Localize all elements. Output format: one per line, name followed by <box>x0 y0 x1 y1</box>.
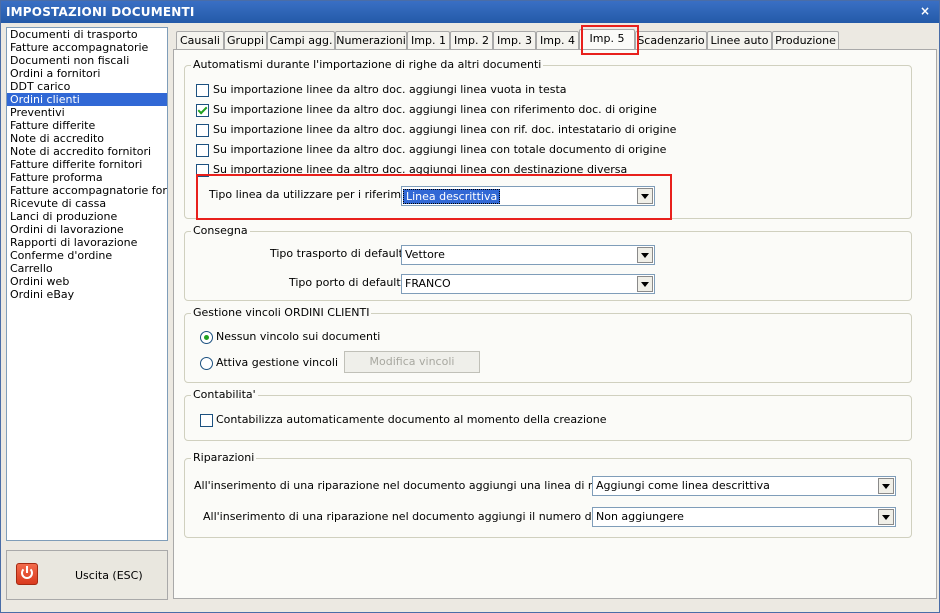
tab-gruppi[interactable]: Gruppi <box>224 31 267 50</box>
highlight-box <box>196 174 672 220</box>
sidebar-item[interactable]: Ordini eBay <box>7 288 167 301</box>
active-tab-highlight <box>581 25 639 55</box>
matricola-label: All'inserimento di una riparazione nel d… <box>203 510 658 523</box>
contabilita-title: Contabilita' <box>191 388 258 401</box>
sidebar-item[interactable]: Documenti non fiscali <box>7 54 167 67</box>
option-holder-ref-label: Su importazione linee da altro doc. aggi… <box>213 123 677 136</box>
sidebar-item[interactable]: Fatture differite <box>7 119 167 132</box>
chevron-down-icon[interactable] <box>878 509 894 525</box>
chevron-down-icon[interactable] <box>637 276 653 292</box>
auto-accounting-label: Contabilizza automaticamente documento a… <box>216 413 607 426</box>
riparazioni-group: Riparazioni All'inserimento di una ripar… <box>184 451 912 538</box>
window-title: IMPOSTAZIONI DOCUMENTI <box>6 5 195 19</box>
option-empty-line-label: Su importazione linee da altro doc. aggi… <box>213 83 567 96</box>
modify-constraints-button[interactable]: Modifica vincoli <box>344 351 480 373</box>
tab-imp-4[interactable]: Imp. 4 <box>536 31 579 50</box>
vincoli-group: Gestione vincoli ORDINI CLIENTI Nessun v… <box>184 306 912 383</box>
auto-import-title: Automatismi durante l'importazione di ri… <box>191 58 544 71</box>
tab-linee-auto[interactable]: Linee auto <box>707 31 772 50</box>
exit-button[interactable]: Uscita (ESC) <box>6 550 168 600</box>
sidebar-item[interactable]: Fatture accompagnatorie fornito <box>7 184 167 197</box>
contabilita-group: Contabilita' Contabilizza automaticament… <box>184 388 912 441</box>
trasporto-label: Tipo trasporto di default : <box>270 247 411 260</box>
vincoli-title: Gestione vincoli ORDINI CLIENTI <box>191 306 372 319</box>
sidebar-item[interactable]: Note di accredito <box>7 132 167 145</box>
option-origin-ref-checkbox[interactable] <box>196 104 209 117</box>
settings-window: IMPOSTAZIONI DOCUMENTI × Documenti di tr… <box>0 0 940 613</box>
tab-imp-1[interactable]: Imp. 1 <box>407 31 450 50</box>
porto-select[interactable]: FRANCO <box>401 274 655 294</box>
sidebar-item[interactable]: Fatture differite fornitori <box>7 158 167 171</box>
no-constraints-label: Nessun vincolo sui documenti <box>216 330 381 343</box>
sidebar-item[interactable]: Conferme d'ordine <box>7 249 167 262</box>
trasporto-value: Vettore <box>405 248 445 261</box>
tab-produzione[interactable]: Produzione <box>772 31 839 50</box>
option-origin-ref-label: Su importazione linee da altro doc. aggi… <box>213 103 657 116</box>
porto-value: FRANCO <box>405 277 451 290</box>
tab-campi-agg[interactable]: Campi agg. <box>267 31 335 50</box>
sidebar-item[interactable]: Ordini clienti <box>7 93 167 106</box>
sidebar-item[interactable]: Ordini di lavorazione <box>7 223 167 236</box>
sidebar-item[interactable]: Documenti di trasporto <box>7 28 167 41</box>
porto-label: Tipo porto di default : <box>289 276 408 289</box>
sidebar-item[interactable]: Fatture accompagnatorie <box>7 41 167 54</box>
rif-value: Aggiungi come linea descrittiva <box>596 479 770 492</box>
sidebar-item[interactable]: Preventivi <box>7 106 167 119</box>
matricola-select[interactable]: Non aggiungere <box>592 507 896 527</box>
chevron-down-icon[interactable] <box>878 478 894 494</box>
document-type-list[interactable]: Documenti di trasporto Fatture accompagna… <box>6 27 168 541</box>
tab-panel-imp5: Automatismi durante l'importazione di ri… <box>173 49 937 599</box>
sidebar-item[interactable]: Carrello <box>7 262 167 275</box>
enable-constraints-radio[interactable] <box>200 357 213 370</box>
power-icon <box>16 563 38 585</box>
trasporto-select[interactable]: Vettore <box>401 245 655 265</box>
auto-accounting-checkbox[interactable] <box>200 414 213 427</box>
rif-select[interactable]: Aggiungi come linea descrittiva <box>592 476 896 496</box>
tab-scadenzario[interactable]: Scadenzario <box>635 31 707 50</box>
sidebar-item[interactable]: Rapporti di lavorazione <box>7 236 167 249</box>
riparazioni-title: Riparazioni <box>191 451 257 464</box>
sidebar-item[interactable]: Lanci di produzione <box>7 210 167 223</box>
enable-constraints-label: Attiva gestione vincoli <box>216 356 339 369</box>
consegna-group: Consegna Tipo trasporto di default : Vet… <box>184 224 912 301</box>
option-empty-line-checkbox[interactable] <box>196 84 209 97</box>
option-total-label: Su importazione linee da altro doc. aggi… <box>213 143 667 156</box>
no-constraints-radio[interactable] <box>200 331 213 344</box>
tab-numerazioni[interactable]: Numerazioni <box>335 31 407 50</box>
tab-imp-3[interactable]: Imp. 3 <box>493 31 536 50</box>
title-bar: IMPOSTAZIONI DOCUMENTI × <box>1 1 939 23</box>
consegna-title: Consegna <box>191 224 250 237</box>
sidebar-item[interactable]: DDT carico <box>7 80 167 93</box>
option-total-checkbox[interactable] <box>196 144 209 157</box>
close-icon[interactable]: × <box>918 4 932 18</box>
sidebar-item[interactable]: Fatture proforma <box>7 171 167 184</box>
sidebar-item[interactable]: Ordini web <box>7 275 167 288</box>
matricola-value: Non aggiungere <box>596 510 684 523</box>
sidebar-item[interactable]: Ricevute di cassa <box>7 197 167 210</box>
sidebar-item[interactable]: Note di accredito fornitori <box>7 145 167 158</box>
chevron-down-icon[interactable] <box>637 247 653 263</box>
tab-causali[interactable]: Causali <box>176 31 224 50</box>
rif-label: All'inserimento di una riparazione nel d… <box>194 479 657 492</box>
option-holder-ref-checkbox[interactable] <box>196 124 209 137</box>
tab-imp-2[interactable]: Imp. 2 <box>450 31 493 50</box>
sidebar-item[interactable]: Ordini a fornitori <box>7 67 167 80</box>
exit-label: Uscita (ESC) <box>75 569 143 582</box>
content-area: Causali Gruppi Campi agg. Numerazioni Imp. 1… <box>173 25 937 599</box>
